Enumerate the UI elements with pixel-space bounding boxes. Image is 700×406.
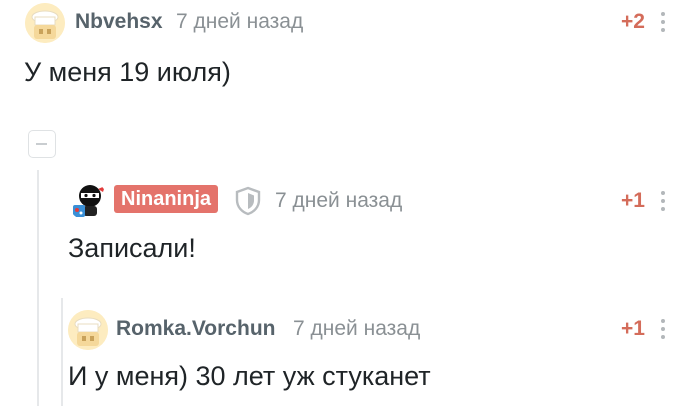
comment-author[interactable]: Romka.Vorchun xyxy=(116,316,275,342)
avatar[interactable] xyxy=(25,3,65,43)
avatar[interactable] xyxy=(68,181,108,221)
more-options-icon[interactable] xyxy=(660,189,666,213)
collapse-thread-button[interactable] xyxy=(28,130,56,158)
more-options-icon[interactable] xyxy=(660,317,666,341)
comment-text: Записали! xyxy=(68,233,196,263)
comment-text: У меня 19 июля) xyxy=(24,57,231,87)
comment-author[interactable]: Ninaninja xyxy=(114,185,219,213)
thread-branch-line[interactable] xyxy=(61,298,63,406)
avatar[interactable] xyxy=(68,310,108,350)
comment-time[interactable]: 7 дней назад xyxy=(293,316,420,342)
comment-author[interactable]: Nbvehsx xyxy=(75,9,163,35)
chef-avatar-icon xyxy=(68,310,108,350)
comment-rating: +1 xyxy=(621,317,645,340)
comment-time[interactable]: 7 дней назад xyxy=(176,9,303,35)
shield-icon xyxy=(234,186,262,221)
ninja-avatar-icon xyxy=(73,185,105,217)
comment-time[interactable]: 7 дней назад xyxy=(275,188,402,214)
comment-text: И у меня) 30 лет уж стуканет xyxy=(68,361,431,391)
chef-avatar-icon xyxy=(25,3,65,43)
comment-rating: +2 xyxy=(621,10,645,33)
more-options-icon[interactable] xyxy=(660,10,666,34)
comment-rating: +1 xyxy=(621,189,645,212)
thread-branch-line[interactable] xyxy=(37,170,39,406)
